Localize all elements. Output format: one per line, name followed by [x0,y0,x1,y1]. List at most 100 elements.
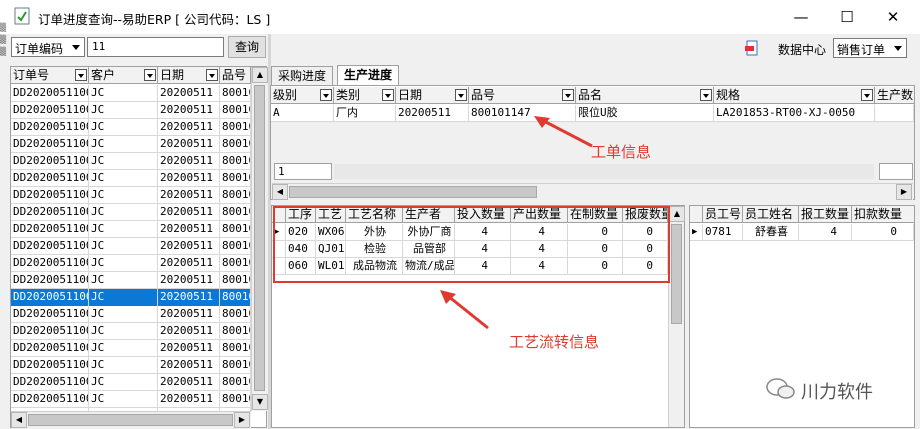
cell-order-no: DD2020051100 [11,221,89,238]
col-category[interactable]: 类别 [334,87,396,104]
table-row[interactable]: DD2020051100JC2020051180010 [11,204,251,221]
table-row[interactable]: DD2020051100JC2020051180010 [11,323,251,340]
process-vscroll[interactable]: ▲ [668,206,685,427]
scroll-thumb[interactable] [254,85,265,391]
cell-customer: JC [89,323,158,340]
col-wo-item-no[interactable]: 品号 [469,87,576,104]
table-row[interactable]: DD2020051100JC2020051180010 [11,85,251,102]
cell-item-no: 80010 [220,221,251,238]
cell-customer: JC [89,102,158,119]
hscroll-thumb[interactable] [28,414,233,426]
scroll-right-icon[interactable]: ▶ [234,412,250,428]
table-row[interactable]: DD2020051100JC2020051180010 [11,170,251,187]
chevron-down-icon [72,45,80,50]
app-icon [14,7,30,25]
pager-input[interactable]: 1 [274,163,332,180]
scroll-up-icon[interactable]: ▲ [669,206,685,222]
cell-customer: JC [89,238,158,255]
scroll-down-icon[interactable]: ▼ [252,394,268,410]
col-emp-name[interactable]: 员工姓名 [743,206,799,223]
col-report-qty[interactable]: 报工数量 [799,206,852,223]
maximize-button[interactable]: ☐ [824,0,870,34]
cell-item-no: 80010 [220,255,251,272]
cell-item-no: 80010 [220,374,251,391]
watermark: 川力软件 [801,382,873,403]
table-row[interactable]: DD2020051100JC2020051180010 [11,136,251,153]
col-emp-no[interactable]: 员工号 [703,206,743,223]
table-row[interactable]: DD2020051100JC2020051180010 [11,153,251,170]
col-level[interactable]: 级别 [271,87,334,104]
cell-order-no: DD2020051100 [11,85,89,102]
scroll-up-icon[interactable]: ▲ [252,67,268,83]
cell-category: 厂内 [334,105,396,122]
cell-item-no: 80010 [220,85,251,102]
cell-emp-name: 舒春喜 [743,224,799,241]
query-button[interactable]: 查询 [228,36,266,58]
hscroll-thumb[interactable] [289,186,537,198]
cell-customer: JC [89,221,158,238]
arrow-work-order-icon [534,116,593,148]
table-row[interactable]: DD2020051100JC2020051180010 [11,391,251,408]
cell-order-no: DD2020051100 [11,272,89,289]
col-spec[interactable]: 规格 [714,87,875,104]
table-row[interactable]: DD2020051100JC2020051180010 [11,340,251,357]
cell-order-no: DD2020051100 [11,391,89,408]
work-order-hscroll[interactable]: ◀ ▶ [272,183,913,200]
table-row[interactable]: DD2020051100JC2020051180010 [11,357,251,374]
cell-customer: JC [89,204,158,221]
scroll-left-icon[interactable]: ◀ [11,412,27,428]
table-row[interactable]: DD2020051100JC2020051180010 [11,289,251,306]
table-row[interactable]: DD2020051100JC2020051180010 [11,272,251,289]
col-item-name[interactable]: 品名 [576,87,714,104]
cell-item-no: 80010 [220,153,251,170]
process-highlight-box [273,206,670,283]
cell-date: 20200511 [158,374,220,391]
tab-production-progress[interactable]: 生产进度 [337,65,400,86]
table-row[interactable]: DD2020051100JC2020051180010 [11,306,251,323]
field-select[interactable]: 订单编码 [11,37,85,57]
table-row[interactable]: DD2020051100JC2020051180010 [11,255,251,272]
arrow-process-flow-icon [440,290,489,330]
export-icon[interactable] [744,40,760,56]
cell-item-no: 80010 [220,238,251,255]
cell-date: 20200511 [158,238,220,255]
cell-date: 20200511 [158,391,220,408]
table-row[interactable]: DD2020051100JC2020051180010 [11,238,251,255]
table-row[interactable]: DD2020051100JC2020051180010 [11,119,251,136]
table-row[interactable]: DD2020051100JC2020051180010 [11,221,251,238]
cell-customer: JC [89,374,158,391]
col-wo-date[interactable]: 日期 [396,87,469,104]
col-production-qty[interactable]: 生产数 [875,87,914,104]
cell-item-no: 80010 [220,204,251,221]
minimize-button[interactable]: — [778,0,824,34]
scroll-right-icon[interactable]: ▶ [896,184,912,200]
cell-item-no: 80010 [220,187,251,204]
cell-order-no: DD2020051100 [11,187,89,204]
table-row[interactable]: DD2020051100JC2020051180010 [11,102,251,119]
cell-date: 20200511 [158,170,220,187]
col-item-no[interactable]: 品号 [220,67,251,84]
tab-purchase-progress[interactable]: 采购进度 [271,66,334,85]
col-customer[interactable]: 客户 [89,67,158,84]
data-center-select[interactable]: 销售订单 [833,38,907,58]
cell-order-no: DD2020051100 [11,255,89,272]
col-deduct-qty[interactable]: 扣款数量 [852,206,914,223]
cell-date: 20200511 [158,136,220,153]
order-grid-vscroll[interactable]: ▲ ▼ [251,67,268,411]
table-row[interactable]: DD2020051100JC2020051180010 [11,374,251,391]
scroll-left-icon[interactable]: ◀ [272,184,288,200]
row-pointer-icon: ▶ [690,224,703,241]
table-row[interactable]: DD2020051100JC2020051180010 [11,187,251,204]
col-order-no[interactable]: 订单号 [11,67,89,84]
order-grid-hscroll[interactable]: ◀ ▶ [11,411,251,428]
cell-order-no: DD2020051100 [11,153,89,170]
cell-customer: JC [89,272,158,289]
col-date[interactable]: 日期 [158,67,220,84]
close-button[interactable]: ✕ [870,0,916,34]
cell-item-no: 80010 [220,340,251,357]
table-row[interactable]: ▶ 0781 舒春喜 4 0 [690,224,914,241]
cell-customer: JC [89,391,158,408]
scroll-thumb[interactable] [671,224,682,324]
search-input[interactable]: 11 [87,37,224,57]
cell-customer: JC [89,170,158,187]
